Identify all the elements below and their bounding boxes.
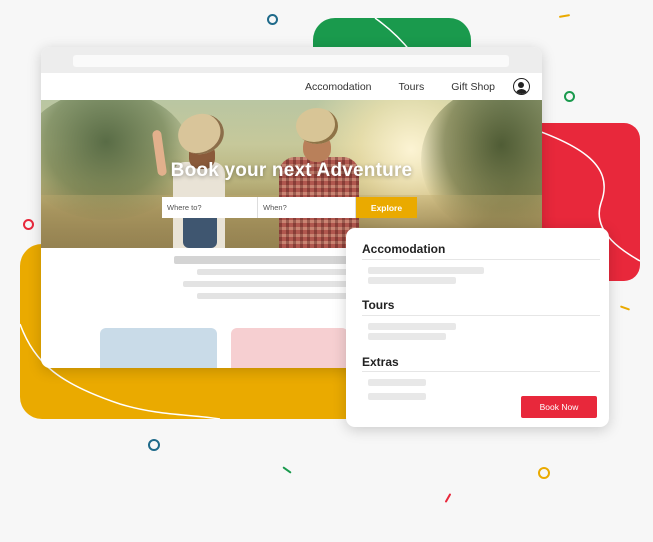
content-card[interactable] (100, 328, 217, 368)
confetti-dash (619, 305, 631, 311)
placeholder-line (368, 393, 426, 400)
section-title-extras: Extras (362, 355, 399, 369)
date-input[interactable]: When? (258, 197, 356, 218)
user-circle-icon[interactable] (513, 78, 530, 95)
hero-traveler-hat (296, 108, 338, 144)
placeholder-line (368, 379, 426, 386)
nav-link-gift-shop[interactable]: Gift Shop (451, 81, 495, 93)
site-navigation: Accomodation Tours Gift Shop (41, 73, 542, 100)
nav-link-accommodation[interactable]: Accomodation (305, 81, 372, 93)
hero-title: Book your next Adventure (170, 160, 413, 181)
browser-chrome (41, 47, 542, 73)
search-bar: Where to? When? Explore (162, 197, 417, 218)
address-bar[interactable] (73, 55, 509, 67)
confetti-ring (538, 467, 550, 479)
placeholder-line (368, 323, 456, 330)
section-divider (362, 371, 600, 372)
hero-banner: Book your next Adventure Where to? When?… (41, 100, 542, 248)
content-card[interactable] (231, 328, 348, 368)
book-now-button[interactable]: Book Now (521, 396, 597, 418)
nav-link-tours[interactable]: Tours (399, 81, 425, 93)
destination-input[interactable]: Where to? (162, 197, 258, 218)
illustration-canvas: Accomodation Tours Gift Shop Book your n… (0, 0, 653, 542)
confetti-ring (23, 219, 34, 230)
placeholder-line (368, 277, 456, 284)
section-title-tours: Tours (362, 298, 395, 312)
confetti-ring (564, 91, 575, 102)
confetti-dash (558, 14, 571, 18)
section-title-accommodation: Accomodation (362, 242, 446, 256)
booking-panel: Accomodation Tours Extras Book Now (346, 228, 609, 427)
explore-button[interactable]: Explore (356, 197, 417, 218)
confetti-dash (444, 493, 452, 503)
confetti-ring (267, 14, 278, 25)
placeholder-line (368, 333, 446, 340)
confetti-ring (148, 439, 160, 451)
section-divider (362, 315, 600, 316)
placeholder-line (368, 267, 484, 274)
section-divider (362, 259, 600, 260)
confetti-dash (282, 466, 292, 474)
